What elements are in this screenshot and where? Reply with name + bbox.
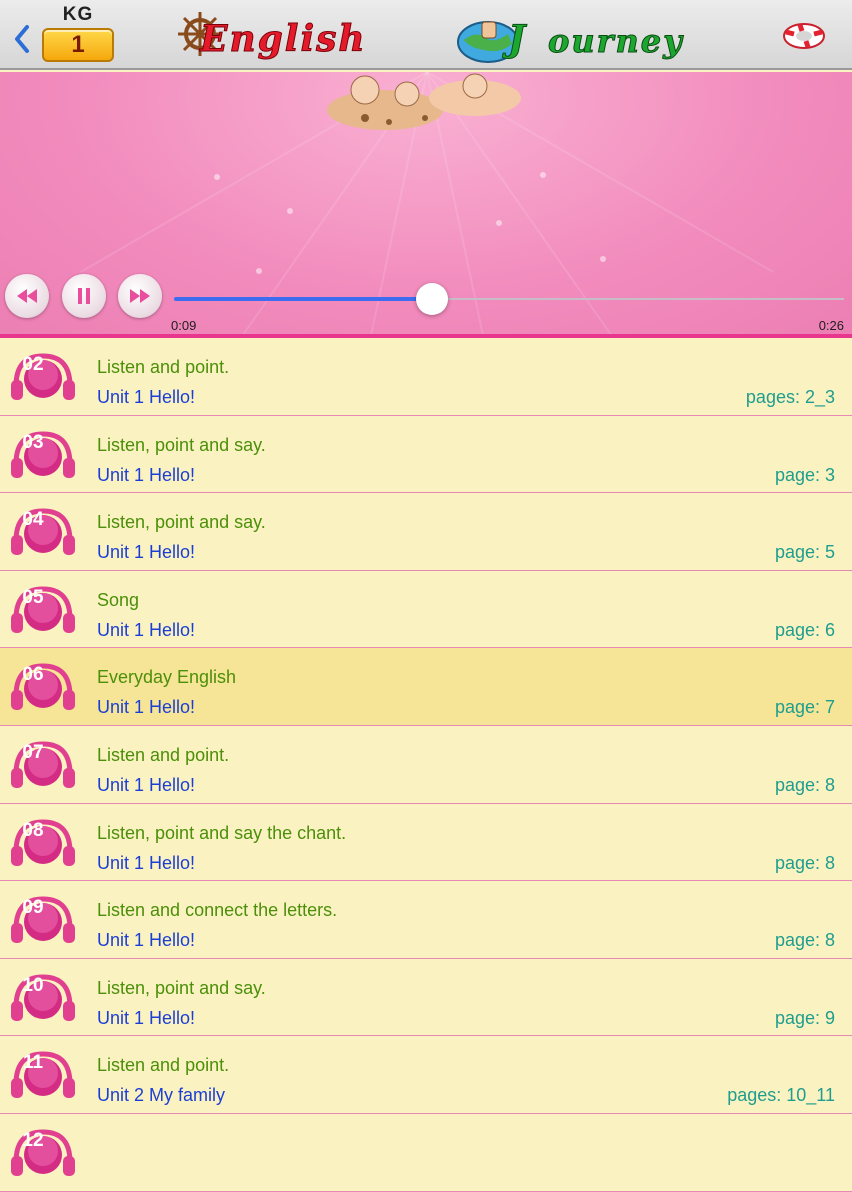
seek-thumb[interactable]	[415, 283, 448, 315]
chevron-left-icon	[15, 25, 29, 53]
track-unit: Unit 1 Hello!	[97, 464, 196, 485]
track-pages: page: 6	[774, 619, 835, 640]
track-number: 10	[22, 974, 44, 996]
track-number: 07	[22, 741, 44, 763]
grade-selector[interactable]: KG 1	[38, 4, 118, 64]
track-title: Everyday English	[97, 667, 237, 688]
track-unit: Unit 1 Hello!	[97, 774, 196, 795]
pause-icon	[78, 288, 90, 304]
track-title: Listen, point and say.	[97, 434, 266, 455]
rewind-icon	[17, 289, 37, 303]
cartoon-children-image	[327, 73, 521, 130]
track-row[interactable]: 04 Listen, point and say. Unit 1 Hello! …	[0, 493, 852, 571]
logo-word-english: English	[200, 18, 367, 61]
track-title: Listen, point and say the chant.	[97, 822, 347, 843]
track-number: 05	[22, 586, 44, 608]
track-title: Listen and point.	[97, 744, 230, 765]
track-title: Listen and point.	[97, 357, 230, 377]
track-pages: page: 8	[774, 852, 835, 873]
track-title: Listen, point and say.	[97, 977, 266, 998]
fast-forward-icon	[130, 289, 150, 303]
total-time: 0:26	[818, 318, 844, 333]
app-header: KG 1 English J ourney	[0, 0, 852, 70]
track-number: 04	[22, 509, 44, 531]
track-row[interactable]: 12	[0, 1113, 852, 1192]
track-pages: page: 3	[774, 464, 835, 485]
track-pages: pages: 2_3	[745, 387, 835, 407]
fast-forward-button[interactable]	[118, 274, 162, 318]
track-title: Listen, point and say.	[97, 512, 266, 533]
track-pages: page: 5	[774, 542, 835, 563]
logo-initial-j: J	[507, 18, 528, 61]
track-pages: page: 7	[774, 697, 835, 718]
track-title: Song	[97, 589, 140, 610]
track-unit: Unit 1 Hello!	[97, 1007, 196, 1028]
track-number: 12	[22, 1129, 44, 1151]
track-number: 09	[22, 897, 44, 919]
track-title: Listen and point.	[97, 1055, 230, 1076]
seek-progress	[174, 297, 432, 301]
track-row[interactable]: 11 Listen and point. Unit 2 My family pa…	[0, 1036, 852, 1114]
track-unit: Unit 1 Hello!	[97, 930, 196, 951]
logo-word-journey: ourney	[548, 22, 684, 61]
track-row[interactable]: 08 Listen, point and say the chant. Unit…	[0, 803, 852, 882]
track-pages: page: 9	[774, 1007, 835, 1028]
track-number: 03	[22, 431, 44, 453]
track-number: 02	[22, 354, 44, 375]
track-number: 08	[22, 819, 44, 841]
track-row[interactable]: 06 Everyday English Unit 1 Hello! page: …	[0, 648, 852, 726]
track-pages: pages: 10_11	[727, 1085, 835, 1106]
track-row[interactable]: 07 Listen and point. Unit 1 Hello! page:…	[0, 725, 852, 804]
life-ring-icon	[783, 23, 825, 49]
track-number: 06	[22, 664, 44, 686]
track-pages: page: 8	[774, 930, 835, 951]
track-row[interactable]: 09 Listen and connect the letters. Unit …	[0, 881, 852, 959]
track-unit: Unit 1 Hello!	[97, 542, 196, 563]
track-row[interactable]: 02 Listen and point. Unit 1 Hello! pages…	[0, 338, 852, 416]
track-row[interactable]: 03 Listen, point and say. Unit 1 Hello! …	[0, 415, 852, 494]
grade-label: KG	[62, 4, 94, 25]
track-row[interactable]: 10 Listen, point and say. Unit 1 Hello! …	[0, 958, 852, 1037]
track-unit: Unit 1 Hello!	[97, 697, 196, 718]
track-number: 11	[22, 1052, 44, 1074]
track-unit: Unit 1 Hello!	[97, 387, 196, 407]
back-button[interactable]	[8, 22, 36, 56]
track-pages: page: 8	[774, 774, 835, 795]
current-time: 0:09	[171, 318, 197, 333]
track-unit: Unit 2 My family	[97, 1085, 226, 1106]
track-row[interactable]: 05 Song Unit 1 Hello! page: 6	[0, 570, 852, 649]
track-unit: Unit 1 Hello!	[97, 619, 196, 640]
track-unit: Unit 1 Hello!	[97, 852, 196, 873]
pause-button[interactable]	[62, 274, 106, 318]
track-list[interactable]: 02 Listen and point. Unit 1 Hello! pages…	[0, 338, 852, 1192]
grade-number: 1	[42, 28, 114, 62]
track-title: Listen and connect the letters.	[97, 900, 338, 921]
rewind-button[interactable]	[5, 274, 49, 318]
